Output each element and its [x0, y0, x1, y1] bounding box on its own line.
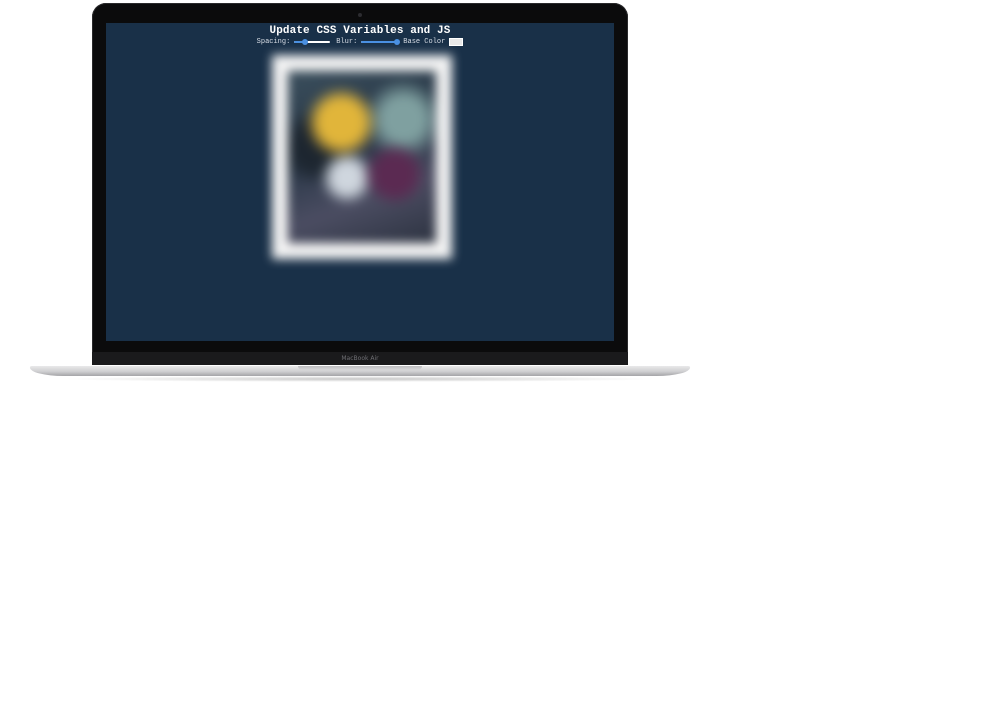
spacing-control: Spacing:	[257, 38, 331, 46]
base-color-picker[interactable]	[449, 38, 464, 46]
camera-icon	[358, 13, 362, 17]
mockup-stage: Update CSS Variables and JS Spacing: Blu…	[0, 0, 1000, 720]
blur-label: Blur:	[336, 38, 358, 46]
base-color-label: Base Color	[403, 38, 446, 46]
base-notch	[298, 366, 422, 370]
browser-screen: Update CSS Variables and JS Spacing: Blu…	[106, 23, 614, 341]
laptop-lid: Update CSS Variables and JS Spacing: Blu…	[92, 3, 628, 365]
blur-slider[interactable]	[361, 39, 401, 45]
spacing-slider-thumb[interactable]	[302, 39, 309, 45]
blur-slider-fill	[361, 41, 398, 43]
base-shadow	[60, 376, 660, 382]
blurred-image	[288, 71, 436, 243]
base-color-control: Base Color	[403, 38, 464, 46]
blur-slider-thumb[interactable]	[394, 39, 401, 45]
laptop-base	[30, 366, 690, 376]
spacing-slider[interactable]	[294, 39, 331, 45]
controls-bar: Spacing: Blur: Base Color	[106, 38, 614, 46]
page-title: Update CSS Variables and JS	[269, 25, 451, 37]
spacing-label: Spacing:	[256, 38, 291, 46]
blurred-image-frame	[272, 55, 452, 259]
model-name-label: MacBook Air	[341, 355, 379, 362]
blur-control: Blur:	[336, 38, 401, 46]
lid-bottom-bezel: MacBook Air	[92, 352, 628, 365]
